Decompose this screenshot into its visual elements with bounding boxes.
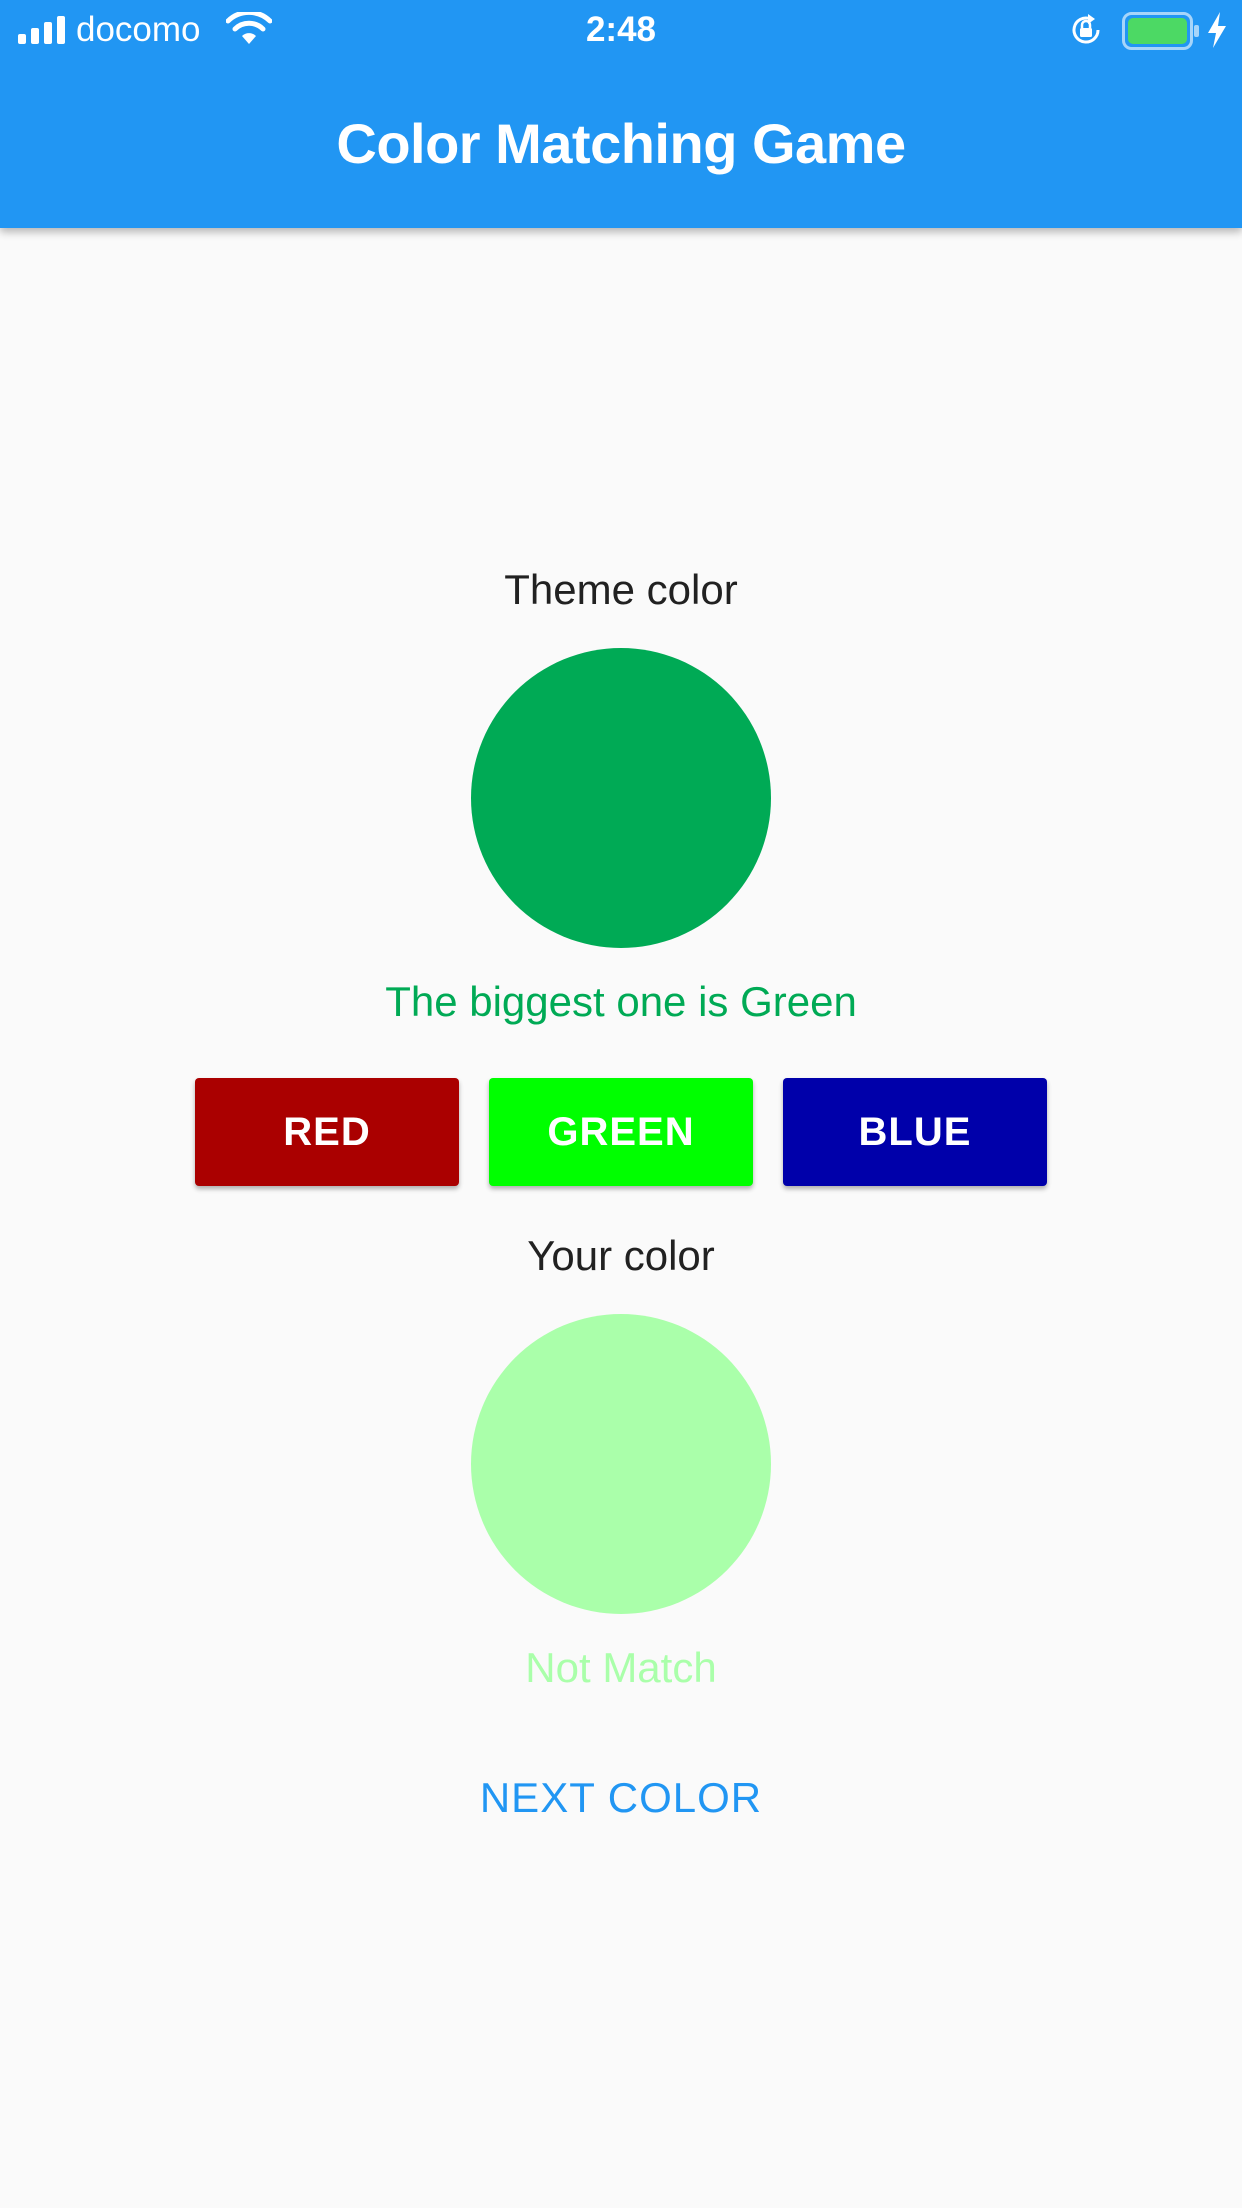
green-button[interactable]: GREEN: [489, 1078, 753, 1186]
battery-icon: [1122, 12, 1199, 50]
status-time: 2:48: [585, 10, 657, 49]
status-bar: docomo 2:48: [0, 0, 1242, 60]
app-bar: docomo 2:48 Color Matching Game: [0, 0, 1242, 228]
your-color-circle: [471, 1314, 771, 1614]
color-buttons-row: RED GREEN BLUE: [195, 1078, 1047, 1186]
red-button[interactable]: RED: [195, 1078, 459, 1186]
theme-color-circle: [471, 648, 771, 948]
rotation-lock-icon: [1072, 14, 1100, 44]
your-color-label: Your color: [527, 1232, 715, 1279]
theme-color-label: Theme color: [504, 566, 738, 613]
match-result-text: Not Match: [525, 1644, 717, 1691]
app-title: Color Matching Game: [336, 112, 906, 175]
charging-bolt-icon: [1208, 12, 1226, 48]
blue-button[interactable]: BLUE: [783, 1078, 1047, 1186]
theme-hint-text: The biggest one is Green: [385, 978, 857, 1025]
next-color-button[interactable]: NEXT COLOR: [446, 1762, 796, 1834]
game-body: Theme color The biggest one is Green RED…: [0, 228, 1242, 2208]
